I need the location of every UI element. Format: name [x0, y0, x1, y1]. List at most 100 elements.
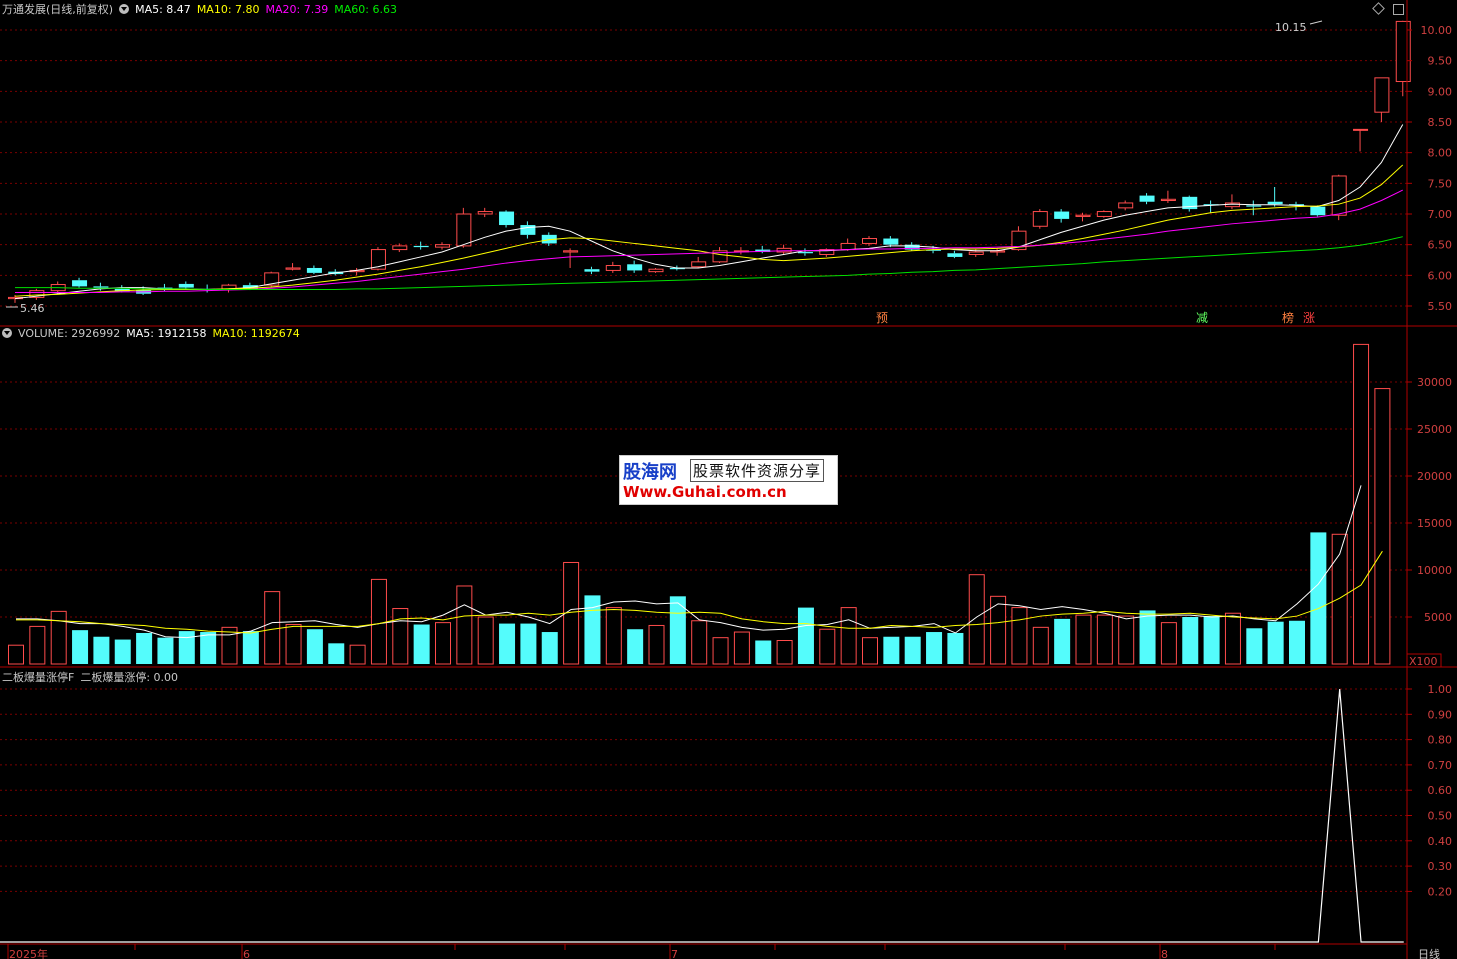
indicator-tick-label: 0.70	[1428, 759, 1453, 772]
volume-bar-down	[926, 632, 943, 664]
watermark-url: Www.Guhai.com.cn	[623, 483, 787, 501]
volume-bar-down	[242, 631, 259, 664]
volume-bar-up	[349, 644, 366, 665]
volume-bar-down	[157, 637, 174, 664]
volume-bar-down	[1267, 621, 1284, 664]
candle-up	[862, 238, 877, 244]
candle-up	[605, 265, 621, 271]
volume-bar-down	[413, 624, 430, 664]
price-tick-label: 6.50	[1428, 239, 1453, 252]
signal-marker: 预	[876, 311, 888, 325]
volume-bar-down	[797, 607, 814, 664]
volume-bar-up	[477, 616, 494, 665]
candle-up	[968, 251, 984, 255]
volume-bar-up	[1118, 615, 1135, 665]
candles	[8, 20, 1411, 303]
volume-bar-down	[499, 623, 516, 664]
candle-up	[1331, 175, 1347, 216]
indicator-name[interactable]: 二板爆量涨停F	[2, 671, 74, 684]
volume-bar-down	[1139, 610, 1156, 664]
price-tick-label: 6.00	[1428, 269, 1453, 282]
watermark-logo: 股海网 股票软件资源分享 Www.Guhai.com.cn	[619, 455, 838, 505]
time-label: 6	[243, 948, 250, 959]
window-square-icon[interactable]	[1393, 4, 1404, 15]
candle-down	[1139, 195, 1155, 202]
dropdown-icon[interactable]	[2, 328, 12, 338]
volume-bar-up	[691, 620, 708, 665]
vol-ma5-line	[16, 485, 1362, 639]
volume-bar-up	[264, 591, 281, 665]
time-label: 7	[671, 948, 678, 959]
candle-up	[691, 261, 707, 268]
volume-bar-up	[370, 578, 387, 665]
volume-bar-down	[520, 623, 537, 664]
indicator-tick-label: 0.20	[1428, 885, 1453, 898]
volume-bar-up	[1353, 343, 1370, 665]
volume-bar-up	[456, 585, 473, 665]
volume-bar-down	[200, 632, 217, 664]
volume-bar-up	[840, 607, 857, 665]
volume-value: VOLUME: 2926992	[18, 327, 121, 340]
candle-down	[1267, 201, 1283, 205]
volume-bar-down	[904, 636, 921, 664]
volume-bar-up	[862, 637, 878, 665]
candle-up	[1075, 214, 1091, 217]
volume-bar-down	[306, 629, 323, 664]
candle-up	[776, 247, 792, 253]
volume-bar-up	[8, 644, 24, 665]
indicator-tick-label: 0.30	[1428, 860, 1453, 873]
volume-bar-down	[883, 636, 900, 664]
signal-marker: 榜	[1282, 310, 1294, 325]
candle-up	[1096, 211, 1112, 217]
price-tick-label: 8.50	[1428, 116, 1453, 129]
candle-down	[499, 211, 515, 226]
candle-down	[72, 280, 88, 287]
candle-up	[1032, 211, 1048, 227]
high-price-label: 10.15	[1275, 21, 1307, 34]
volume-bar-down	[114, 639, 131, 664]
candle-up	[1118, 202, 1134, 209]
volume-bar-up	[221, 626, 238, 665]
vol-ma10-value: MA10: 1192674	[212, 327, 300, 340]
candle-down	[178, 283, 194, 288]
volume-bar-up	[392, 608, 409, 665]
price-tick-label: 5.50	[1428, 300, 1453, 313]
volume-bar-down	[541, 632, 558, 664]
candle-up	[285, 267, 301, 270]
price-header: 万通发展(日线,前复权) MA5: 8.47 MA10: 7.80 MA20: 7.3…	[2, 2, 403, 18]
price-tick-label: 10.00	[1421, 24, 1453, 37]
volume-bar-down	[328, 643, 345, 664]
volume-bar-up	[1374, 388, 1391, 665]
candle-down	[1310, 206, 1326, 216]
indicator-tick-label: 0.80	[1428, 734, 1453, 747]
volume-tick-label: 5000	[1424, 611, 1452, 624]
ma5-value: MA5: 8.47	[135, 3, 191, 16]
price-tick-label: 7.50	[1428, 177, 1453, 190]
vol-ma5-value: MA5: 1912158	[126, 327, 207, 340]
candle-down	[93, 286, 109, 288]
volume-unit-label: X100	[1409, 655, 1438, 668]
volume-tick-label: 30000	[1417, 376, 1452, 389]
ma10-value: MA10: 7.80	[196, 3, 260, 16]
volume-bar-up	[819, 628, 836, 665]
watermark-subtitle: 股票软件资源分享	[690, 459, 825, 482]
indicator-tick-label: 1.00	[1428, 683, 1453, 696]
candle-down	[413, 245, 429, 248]
price-ma-lines	[14, 124, 1404, 300]
price-tick-label: 8.00	[1428, 147, 1453, 160]
candle-up	[435, 244, 450, 248]
ma20-value: MA20: 7.39	[265, 3, 329, 16]
candle-down	[584, 269, 600, 272]
volume-bar-up	[1224, 612, 1241, 665]
stock-title[interactable]: 万通发展(日线,前复权)	[2, 3, 113, 16]
ma60-value: MA60: 6.63	[334, 3, 397, 16]
volume-tick-label: 15000	[1417, 517, 1452, 530]
candle-down	[883, 238, 899, 245]
price-tick-label: 7.00	[1428, 208, 1453, 221]
time-label: 2025年	[9, 947, 48, 959]
candle-down	[797, 252, 813, 254]
volume-tick-label: 25000	[1417, 423, 1452, 436]
time-label: 8	[1161, 948, 1168, 959]
dropdown-icon[interactable]	[119, 4, 130, 14]
volume-tick-label: 20000	[1417, 470, 1452, 483]
